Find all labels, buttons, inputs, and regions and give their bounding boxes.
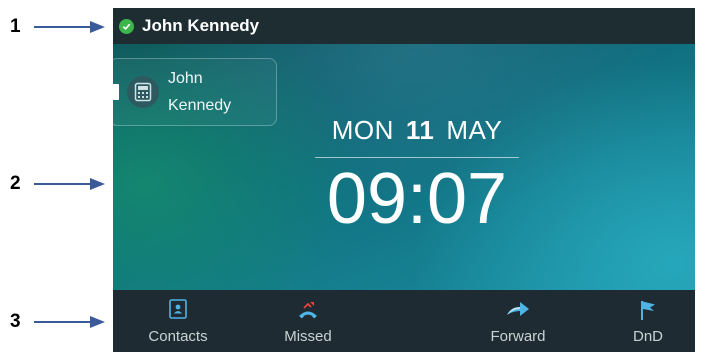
line-key-label-line1: John bbox=[168, 70, 203, 87]
time-display: 09:07 bbox=[326, 159, 508, 239]
line-key[interactable]: John Kennedy bbox=[113, 58, 277, 126]
presence-available-icon bbox=[119, 19, 134, 34]
line-key-label: John Kennedy bbox=[168, 65, 268, 119]
softkey-label: Forward bbox=[490, 328, 546, 345]
softkey-missed[interactable]: Missed bbox=[258, 290, 358, 352]
callout-arrow-icon bbox=[34, 21, 105, 33]
line-key-label-line2: Kennedy bbox=[168, 97, 232, 114]
account-name: John Kennedy bbox=[142, 16, 260, 35]
callout-arrow-icon bbox=[34, 178, 105, 190]
missed-call-icon bbox=[297, 299, 319, 326]
flag-icon bbox=[639, 299, 657, 326]
callout-arrow-icon bbox=[34, 316, 105, 328]
softkey-label: Contacts bbox=[148, 328, 208, 345]
callout-number: 2 bbox=[10, 173, 21, 194]
line-status-indicator bbox=[113, 84, 119, 100]
softkey-label: Missed bbox=[284, 328, 332, 345]
softkey-dnd[interactable]: DnD bbox=[598, 290, 695, 352]
day-of-week: MON bbox=[331, 115, 394, 145]
softkey-label: DnD bbox=[632, 328, 663, 345]
month: MAY bbox=[446, 115, 503, 145]
callout-number: 1 bbox=[10, 16, 21, 37]
day-of-month: 11 bbox=[405, 115, 435, 145]
status-bar: John Kennedy bbox=[113, 8, 695, 44]
callout-number: 3 bbox=[10, 311, 21, 332]
phone-screen: John Kennedy John Kennedy MON 11 MAY 09:… bbox=[113, 8, 695, 352]
contacts-book-icon bbox=[169, 299, 187, 324]
phone-handset-icon bbox=[127, 76, 159, 108]
softkey-contacts[interactable]: Contacts bbox=[128, 290, 228, 352]
date-display: MON 11 MAY bbox=[313, 114, 521, 146]
forward-arrow-icon bbox=[505, 299, 531, 324]
softkey-bar: Contacts Missed Forward DnD bbox=[113, 290, 695, 352]
idle-screen: John Kennedy MON 11 MAY 09:07 bbox=[113, 44, 695, 290]
softkey-forward[interactable]: Forward bbox=[468, 290, 568, 352]
